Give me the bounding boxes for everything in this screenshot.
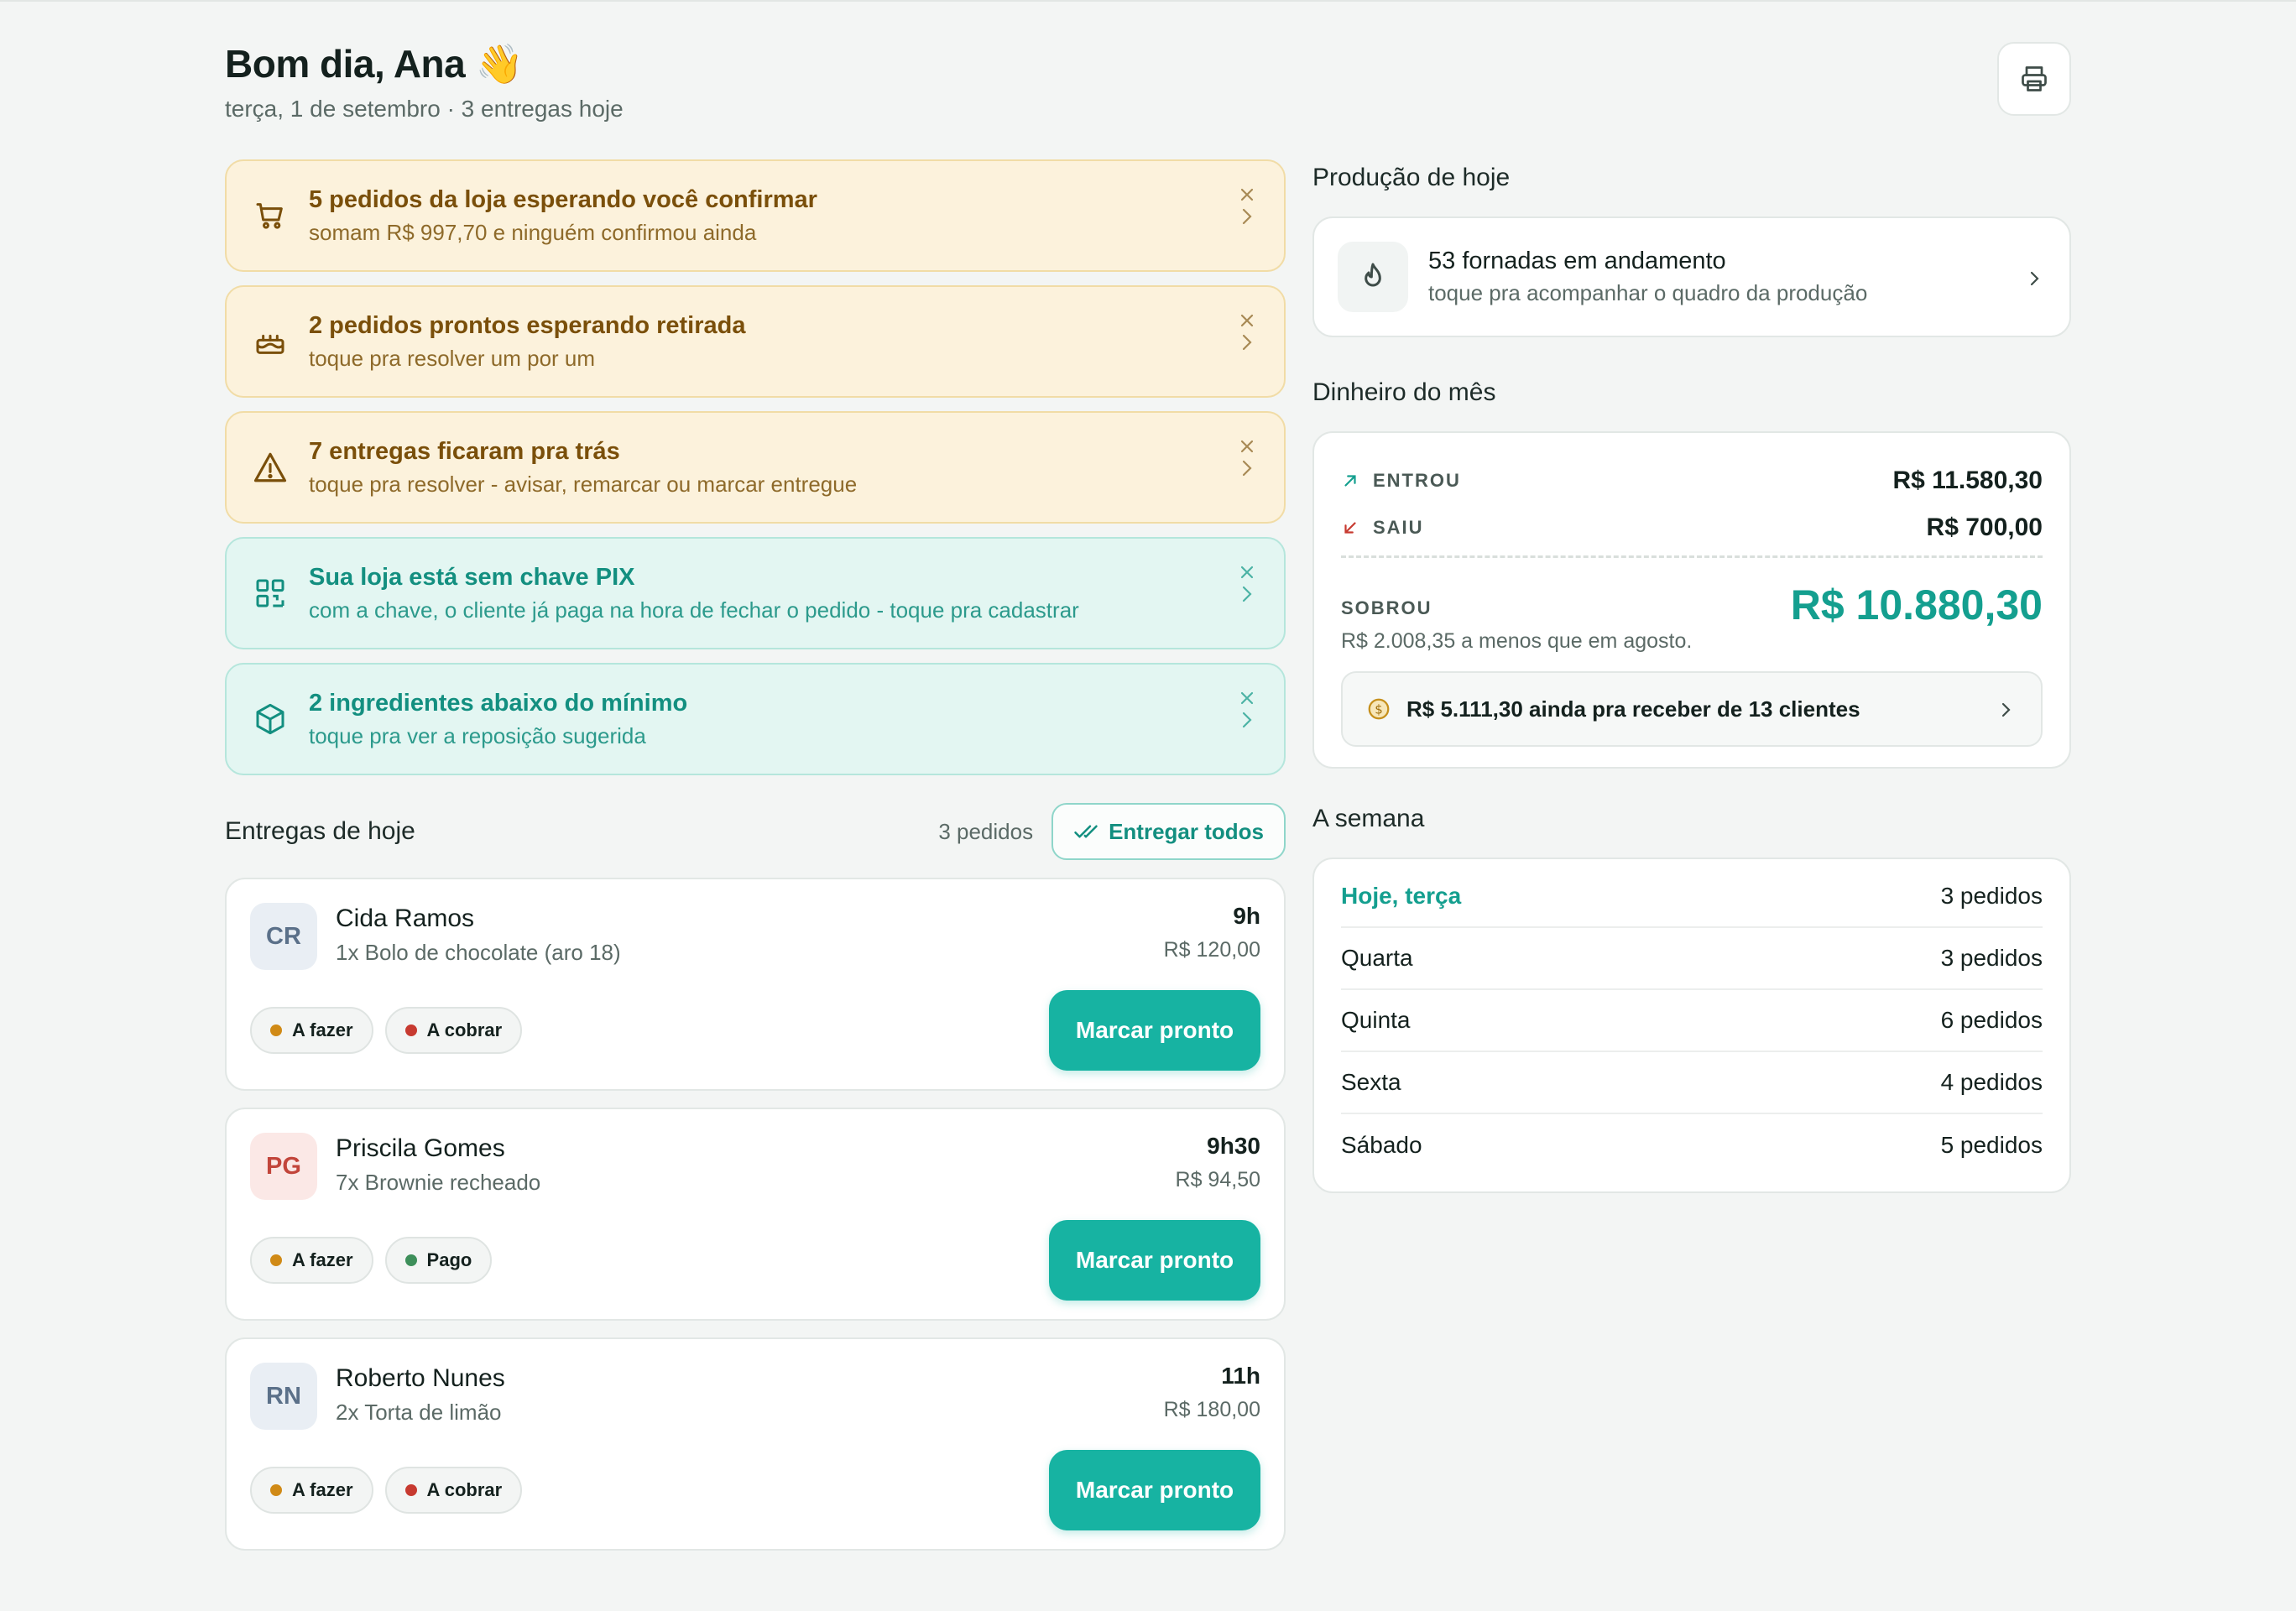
money-left-note: R$ 2.008,35 a menos que em agosto. xyxy=(1341,629,1693,653)
avatar: PG xyxy=(250,1133,317,1200)
order-items: 2x Torta de limão xyxy=(336,1400,502,1425)
cart-icon xyxy=(252,197,289,234)
customer-name: Cida Ramos xyxy=(336,905,475,932)
deliver-all-label: Entregar todos xyxy=(1109,818,1264,844)
dismiss-chevron-icon[interactable] xyxy=(1237,690,1257,737)
status-badge: A fazer xyxy=(250,1007,373,1054)
alert-pix-key[interactable]: Sua loja está sem chave PIX com a chave,… xyxy=(225,537,1286,649)
alert-title: 5 pedidos da loja esperando você confirm… xyxy=(309,186,817,213)
arrow-down-left-icon xyxy=(1344,522,1356,534)
alert-subtitle: toque pra resolver - avisar, remarcar ou… xyxy=(309,472,858,497)
alert-ready-orders[interactable]: 2 pedidos prontos esperando retirada toq… xyxy=(225,285,1286,398)
order-card[interactable]: RN Roberto Nunes 2x Torta de limão 11h R… xyxy=(225,1337,1286,1551)
warning-icon xyxy=(252,449,289,486)
chevron-right-icon xyxy=(2030,271,2039,286)
week-day-row[interactable]: Sexta 4 pedidos xyxy=(1341,1052,2043,1114)
mark-ready-button[interactable]: Marcar pronto xyxy=(1049,990,1260,1071)
arrow-up-right-icon xyxy=(1344,475,1356,487)
order-price: R$ 120,00 xyxy=(1163,938,1260,962)
dismiss-chevron-icon[interactable] xyxy=(1237,564,1257,611)
avatar: CR xyxy=(250,903,317,970)
production-title: Produção de hoje xyxy=(1312,164,1511,191)
money-in-row: ENTROU R$ 11.580,30 xyxy=(1341,467,2043,495)
page-title: Bom dia, Ana 👋 xyxy=(225,42,524,86)
order-price: R$ 94,50 xyxy=(1175,1168,1260,1191)
deliveries-title: Entregas de hoje xyxy=(225,817,415,845)
payment-badge: Pago xyxy=(384,1237,493,1284)
box-icon xyxy=(252,701,289,738)
qr-code-icon xyxy=(252,575,289,612)
week-day-row[interactable]: Quarta 3 pedidos xyxy=(1341,928,2043,990)
production-headline: 53 fornadas em andamento xyxy=(1428,248,1726,274)
dismiss-chevron-icon[interactable] xyxy=(1237,438,1257,485)
page-subtitle: terça, 1 de setembro · 3 entregas hoje xyxy=(225,96,624,122)
production-card[interactable]: 53 fornadas em andamento toque pra acomp… xyxy=(1312,216,2071,337)
alert-subtitle: toque pra ver a reposição sugerida xyxy=(309,723,646,748)
money-left-label: SOBROU xyxy=(1341,597,1432,618)
alert-pending-orders[interactable]: 5 pedidos da loja esperando você confirm… xyxy=(225,159,1286,272)
printer-icon xyxy=(2022,66,2047,91)
right-column: Produção de hoje 53 fornadas em andament… xyxy=(1312,159,2071,1193)
top-divider xyxy=(0,0,2296,2)
week-day-row[interactable]: Hoje, terça 3 pedidos xyxy=(1341,866,2043,928)
cake-icon xyxy=(252,323,289,360)
left-column: 5 pedidos da loja esperando você confirm… xyxy=(225,159,1286,1551)
money-out-row: SAIU R$ 700,00 xyxy=(1341,514,2043,542)
delivery-time: 11h xyxy=(1221,1363,1260,1389)
mark-ready-button[interactable]: Marcar pronto xyxy=(1049,1220,1260,1301)
order-items: 7x Brownie recheado xyxy=(336,1170,541,1195)
week-card: Hoje, terça 3 pedidos Quarta 3 pedidos Qui… xyxy=(1312,858,2071,1193)
delivery-time: 9h30 xyxy=(1207,1133,1260,1159)
money-title: Dinheiro do mês xyxy=(1312,378,1496,406)
payment-badge: A cobrar xyxy=(384,1007,523,1054)
receivable-button[interactable]: $ R$ 5.111,30 ainda pra receber de 13 cl… xyxy=(1341,671,2043,747)
order-card[interactable]: PG Priscila Gomes 7x Brownie recheado 9h… xyxy=(225,1108,1286,1321)
deliveries-header: Entregas de hoje 3 pedidos Entregar todo… xyxy=(225,802,1286,861)
production-subtitle: toque pra acompanhar o quadro da produçã… xyxy=(1428,280,1868,305)
alert-title: 2 pedidos prontos esperando retirada xyxy=(309,312,746,339)
chevron-right-icon xyxy=(2001,702,2011,717)
double-check-icon xyxy=(1074,825,1098,838)
alert-late-deliveries[interactable]: 7 entregas ficaram pra trás toque pra re… xyxy=(225,411,1286,524)
dismiss-chevron-icon[interactable] xyxy=(1237,312,1257,359)
alert-subtitle: somam R$ 997,70 e ninguém confirmou aind… xyxy=(309,220,757,245)
svg-text:$: $ xyxy=(1375,702,1383,717)
page-header: Bom dia, Ana 👋 terça, 1 de setembro · 3 … xyxy=(225,39,2071,131)
divider xyxy=(1341,555,2043,558)
customer-name: Priscila Gomes xyxy=(336,1134,505,1162)
week-day-row[interactable]: Sábado 5 pedidos xyxy=(1341,1114,2043,1176)
alert-subtitle: toque pra resolver um por um xyxy=(309,346,596,371)
avatar: RN xyxy=(250,1363,317,1430)
status-badge: A fazer xyxy=(250,1237,373,1284)
money-card: ENTROU R$ 11.580,30 SAIU R$ 700,00 SOBRO… xyxy=(1312,431,2071,769)
dismiss-chevron-icon[interactable] xyxy=(1237,186,1257,233)
week-title: A semana xyxy=(1312,805,1425,832)
print-button[interactable] xyxy=(1997,42,2071,116)
receivable-text: R$ 5.111,30 ainda pra receber de 13 clie… xyxy=(1406,696,1860,722)
week-day-row[interactable]: Quinta 6 pedidos xyxy=(1341,990,2043,1052)
payment-badge: A cobrar xyxy=(384,1467,523,1514)
flame-icon xyxy=(1338,242,1408,312)
coin-icon: $ xyxy=(1368,698,1390,720)
alert-subtitle: com a chave, o cliente já paga na hora d… xyxy=(309,597,1079,623)
alert-title: 7 entregas ficaram pra trás xyxy=(309,438,620,465)
order-price: R$ 180,00 xyxy=(1163,1398,1260,1421)
alert-low-ingredients[interactable]: 2 ingredientes abaixo do mínimo toque pr… xyxy=(225,663,1286,775)
deliver-all-button[interactable]: Entregar todos xyxy=(1051,803,1286,860)
order-items: 1x Bolo de chocolate (aro 18) xyxy=(336,940,621,965)
delivery-time: 9h xyxy=(1233,903,1260,929)
customer-name: Roberto Nunes xyxy=(336,1364,505,1392)
order-card[interactable]: CR Cida Ramos 1x Bolo de chocolate (aro … xyxy=(225,878,1286,1091)
alert-title: 2 ingredientes abaixo do mínimo xyxy=(309,690,688,717)
deliveries-count: 3 pedidos xyxy=(938,818,1034,844)
money-left-value: R$ 10.880,30 xyxy=(1790,581,2043,628)
mark-ready-button[interactable]: Marcar pronto xyxy=(1049,1450,1260,1530)
status-badge: A fazer xyxy=(250,1467,373,1514)
alert-title: Sua loja está sem chave PIX xyxy=(309,564,635,591)
